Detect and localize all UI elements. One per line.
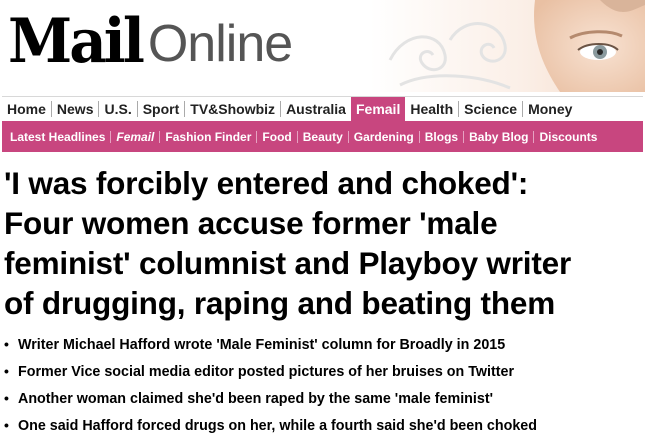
masthead: Mail Online	[0, 0, 645, 92]
subnav-gardening[interactable]: Gardening	[347, 130, 419, 143]
logo-mail-text: Mail	[8, 5, 145, 77]
nav-health[interactable]: Health	[405, 101, 458, 117]
nav-australia[interactable]: Australia	[280, 101, 351, 117]
femail-banner-face-image	[370, 0, 645, 92]
nav-sport[interactable]: Sport	[136, 101, 185, 117]
bullet-icon: •	[4, 336, 9, 352]
subnav-discounts[interactable]: Discounts	[533, 130, 602, 143]
summary-bullet-text: One said Hafford forced drugs on her, wh…	[18, 418, 537, 434]
headline-line: of drugging, raping and beating them	[4, 285, 556, 321]
summary-bullet: • One said Hafford forced drugs on her, …	[4, 412, 644, 439]
article-headline: 'I was forcibly entered and choked': Fou…	[4, 163, 644, 323]
secondary-nav: Latest Headlines Femail Fashion Finder F…	[2, 121, 643, 152]
summary-bullet-text: Another woman claimed she'd been raped b…	[18, 391, 493, 407]
summary-bullet: • Another woman claimed she'd been raped…	[4, 385, 644, 412]
subnav-latest-headlines[interactable]: Latest Headlines	[2, 131, 110, 143]
subnav-fashion-finder[interactable]: Fashion Finder	[159, 130, 256, 143]
nav-money[interactable]: Money	[522, 101, 577, 117]
subnav-food[interactable]: Food	[256, 130, 296, 143]
headline-line: Four women accuse former 'male	[4, 205, 498, 241]
primary-nav: Home News U.S. Sport TV&Showbiz Australi…	[2, 96, 643, 121]
nav-tv-showbiz[interactable]: TV&Showbiz	[184, 101, 280, 117]
logo-online-text: Online	[147, 15, 293, 73]
summary-bullet-text: Writer Michael Hafford wrote 'Male Femin…	[18, 337, 506, 353]
article-summary-bullets: • Writer Michael Hafford wrote 'Male Fem…	[4, 331, 644, 439]
bullet-icon: •	[4, 363, 9, 379]
headline-line: 'I was forcibly entered and choked':	[4, 165, 529, 201]
nav-news[interactable]: News	[50, 101, 99, 117]
summary-bullet: • Former Vice social media editor posted…	[4, 358, 644, 385]
nav-femail[interactable]: Femail	[350, 97, 406, 121]
headline-line: feminist' columnist and Playboy writer	[4, 245, 572, 281]
nav-home[interactable]: Home	[2, 101, 51, 117]
nav-us[interactable]: U.S.	[98, 101, 136, 117]
subnav-femail[interactable]: Femail	[110, 130, 159, 143]
subnav-beauty[interactable]: Beauty	[296, 130, 348, 143]
site-logo[interactable]: Mail Online	[8, 5, 293, 79]
bullet-icon: •	[4, 417, 9, 433]
summary-bullet: • Writer Michael Hafford wrote 'Male Fem…	[4, 331, 644, 358]
bullet-icon: •	[4, 390, 9, 406]
nav-science[interactable]: Science	[458, 101, 522, 117]
subnav-blogs[interactable]: Blogs	[418, 130, 463, 143]
summary-bullet-text: Former Vice social media editor posted p…	[18, 364, 515, 380]
subnav-baby-blog[interactable]: Baby Blog	[463, 130, 533, 143]
